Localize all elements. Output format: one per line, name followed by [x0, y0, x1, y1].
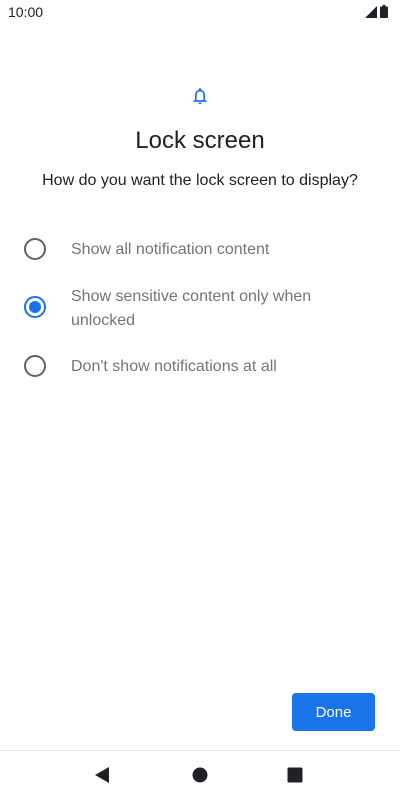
radio-sensitive-when-unlocked[interactable]: [24, 296, 46, 318]
radio-dont-show[interactable]: [24, 355, 46, 377]
page-title: Lock screen: [135, 127, 265, 154]
home-icon: [192, 767, 208, 783]
nav-bar: [0, 751, 400, 800]
radio-show-all[interactable]: [24, 238, 46, 260]
bell-icon: [193, 88, 207, 105]
recents-button[interactable]: [285, 765, 305, 785]
signal-icon: [365, 5, 377, 18]
status-bar: 10:00: [0, 0, 400, 26]
status-icons: [365, 5, 388, 18]
status-time: 10:00: [8, 4, 44, 20]
home-button[interactable]: [190, 765, 210, 785]
option-label: Don't show notifications at all: [71, 358, 277, 375]
page-subtitle: How do you want the lock screen to displ…: [42, 172, 358, 189]
back-button[interactable]: [92, 765, 112, 785]
recents-icon: [287, 767, 303, 783]
battery-icon: [380, 5, 388, 18]
option-label: Show sensitive content only when unlocke…: [71, 288, 312, 329]
done-button[interactable]: Done: [292, 693, 375, 731]
back-icon: [95, 767, 109, 783]
option-label: Show all notification content: [71, 241, 270, 258]
